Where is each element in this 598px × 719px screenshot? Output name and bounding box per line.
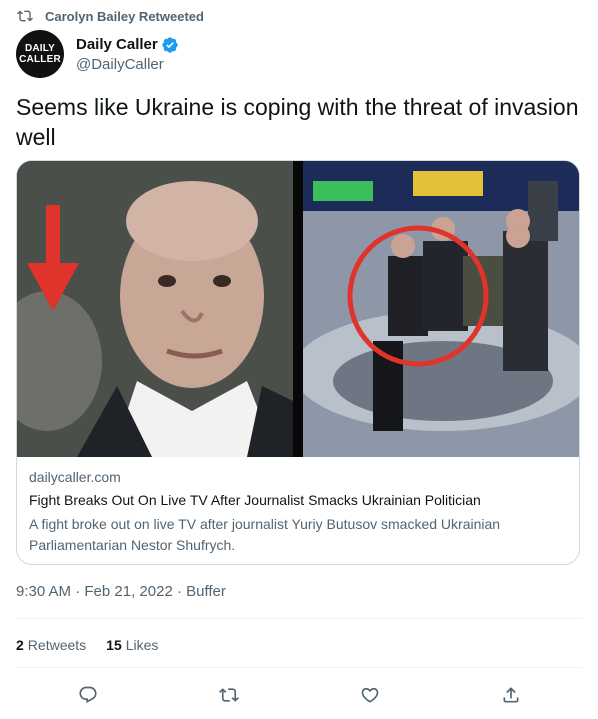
engagement-stats: 2 Retweets 15 Likes — [16, 637, 178, 653]
retweet-icon — [17, 10, 33, 22]
card-image-right-panel — [303, 161, 579, 457]
like-button[interactable] — [355, 680, 385, 710]
likes-count: 15 — [106, 637, 122, 653]
meta-separator: · — [71, 583, 85, 600]
retweet-action-icon — [219, 688, 239, 702]
card-image-left-panel — [17, 161, 293, 457]
reply-icon — [79, 686, 97, 704]
card-description: A fight broke out on live TV after journ… — [29, 516, 501, 553]
divider — [16, 618, 582, 619]
retweets-stat[interactable]: 2 Retweets — [16, 637, 86, 653]
tweet-time[interactable]: 9:30 AM — [16, 583, 71, 600]
card-domain[interactable]: dailycaller.com — [29, 469, 569, 485]
share-button[interactable] — [496, 680, 526, 710]
card-title[interactable]: Fight Breaks Out On Live TV After Journa… — [29, 492, 569, 508]
image-divider — [293, 161, 303, 457]
retweet-button[interactable] — [214, 680, 244, 710]
likes-stat[interactable]: 15 Likes — [106, 637, 158, 653]
meta-separator: · — [172, 583, 187, 600]
divider — [16, 667, 582, 668]
display-name[interactable]: Daily Caller — [76, 36, 158, 53]
link-card[interactable]: dailycaller.com Fight Breaks Out On Live… — [16, 160, 580, 565]
tweet-date[interactable]: Feb 21, 2022 — [84, 583, 172, 600]
verified-badge-icon — [162, 36, 178, 53]
share-icon — [503, 687, 519, 703]
retweets-count: 2 — [16, 637, 24, 653]
avatar-logo-line1: DAILY — [24, 43, 56, 54]
reply-button[interactable] — [73, 680, 103, 710]
tweet-metadata: 9:30 AM · Feb 21, 2022 · Buffer — [16, 583, 226, 600]
card-image[interactable] — [17, 161, 579, 457]
tweet-actions — [0, 680, 598, 710]
avatar[interactable]: DAILY CALLER — [16, 30, 64, 78]
like-icon — [361, 687, 379, 703]
avatar-logo-line2: CALLER — [19, 54, 61, 65]
user-handle[interactable]: @DailyCaller — [76, 56, 179, 73]
studio-illustration — [303, 161, 579, 457]
retweeted-by[interactable]: Carolyn Bailey Retweeted — [17, 8, 204, 24]
retweets-label: Retweets — [27, 637, 87, 653]
red-arrow-icon — [27, 205, 79, 311]
retweet-text: Carolyn Bailey Retweeted — [45, 8, 204, 24]
tweet-text: Seems like Ukraine is coping with the th… — [16, 94, 579, 150]
author[interactable]: DAILY CALLER Daily Caller @DailyCaller — [16, 30, 179, 78]
likes-label: Likes — [125, 637, 159, 653]
tweet-source[interactable]: Buffer — [186, 583, 226, 600]
